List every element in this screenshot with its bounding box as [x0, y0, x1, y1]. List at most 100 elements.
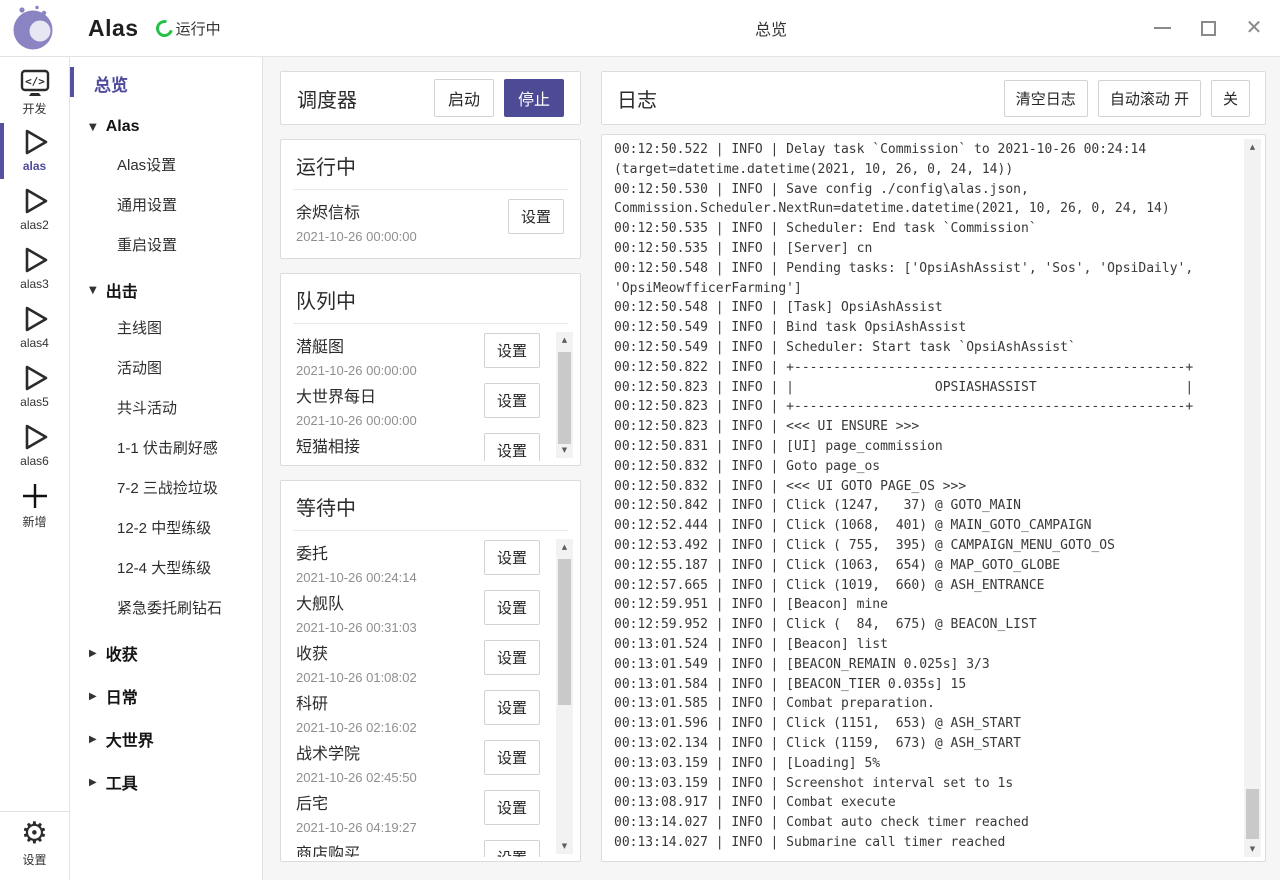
scroll-down-icon[interactable]: ▼	[1244, 841, 1261, 857]
play-icon	[19, 303, 51, 335]
task-row: 大世界每日2021-10-26 00:00:00设置	[296, 380, 540, 430]
maximize-button[interactable]	[1198, 18, 1218, 38]
minimize-icon	[1154, 27, 1171, 29]
task-settings-button[interactable]: 设置	[484, 790, 540, 825]
log-column: 日志 清空日志 自动滚动 开 关 00:12:50.522 | INFO | D…	[601, 71, 1266, 862]
autoscroll-on-button[interactable]: 自动滚动 开	[1098, 80, 1201, 117]
task-settings-button[interactable]: 设置	[484, 433, 540, 461]
rail-item-alas5[interactable]: alas5	[0, 362, 70, 414]
log-line: 00:12:50.842 | INFO | Click (1247, 37) @…	[614, 496, 1239, 516]
stop-button[interactable]: 停止	[504, 79, 564, 117]
sidebar-item-overview[interactable]: 总览	[70, 65, 262, 101]
log-line: 00:12:50.549 | INFO | Scheduler: Start t…	[614, 338, 1239, 358]
sidebar-item[interactable]: Alas设置	[70, 144, 262, 184]
sidebar-item[interactable]: 通用设置	[70, 184, 262, 224]
log-line: 00:12:50.549 | INFO | Bind task OpsiAshA…	[614, 318, 1239, 338]
task-settings-button[interactable]: 设置	[484, 333, 540, 368]
rail-item-alas2[interactable]: alas2	[0, 185, 70, 237]
task-section-队列中: 队列中潜艇图2021-10-26 00:00:00设置大世界每日2021-10-…	[280, 273, 581, 466]
log-line: 00:13:03.159 | INFO | [Loading] 5%	[614, 754, 1239, 774]
list-scrollbar[interactable]: ▲▼	[556, 332, 573, 458]
clear-log-button[interactable]: 清空日志	[1004, 80, 1088, 117]
app-logo-icon	[9, 3, 59, 53]
log-line: 00:13:03.159 | INFO | Screenshot interva…	[614, 774, 1239, 794]
scroll-down-icon[interactable]: ▼	[556, 838, 573, 854]
scheduler-column: 调度器 启动 停止 运行中余烬信标2021-10-26 00:00:00设置队列…	[280, 71, 581, 862]
rail-item-label: alas4	[20, 336, 49, 350]
rail-item-label: alas6	[20, 454, 49, 468]
rail-item-label: alas	[23, 159, 46, 173]
task-settings-button[interactable]: 设置	[508, 199, 564, 234]
log-line: 00:12:50.822 | INFO | +-----------------…	[614, 358, 1239, 378]
log-line: 00:12:50.823 | INFO | +-----------------…	[614, 397, 1239, 417]
start-button[interactable]: 启动	[434, 79, 494, 117]
sidebar-item[interactable]: 共斗活动	[70, 387, 262, 427]
rail-item-label: alas5	[20, 395, 49, 409]
rail-item-settings[interactable]: ⚙设置	[0, 818, 70, 874]
log-line: 00:12:57.665 | INFO | Click (1019, 660) …	[614, 576, 1239, 596]
log-line: 00:13:01.549 | INFO | [BEACON_REMAIN 0.0…	[614, 655, 1239, 675]
task-settings-button[interactable]: 设置	[484, 590, 540, 625]
task-row: 后宅2021-10-26 04:19:27设置	[296, 787, 540, 837]
task-settings-button[interactable]: 设置	[484, 840, 540, 857]
autoscroll-off-button[interactable]: 关	[1211, 80, 1250, 117]
sidebar-group-Alas[interactable]: ▼Alas	[70, 110, 262, 144]
close-button[interactable]: ✕	[1244, 18, 1264, 38]
log-output: 00:12:50.522 | INFO | Delay task `Commis…	[601, 134, 1266, 862]
rail-item-dev[interactable]: </>开发	[0, 67, 70, 119]
log-line: 00:13:14.027 | INFO | Submarine call tim…	[614, 833, 1239, 853]
log-line: 00:12:50.823 | INFO | | OPSIASHASSIST |	[614, 378, 1239, 398]
log-line: 00:13:01.585 | INFO | Combat preparation…	[614, 694, 1239, 714]
scroll-up-icon[interactable]: ▲	[556, 332, 573, 348]
sidebar-group-工具[interactable]: ▶工具	[70, 765, 262, 799]
maximize-icon	[1201, 21, 1216, 36]
sidebar-item[interactable]: 主线图	[70, 307, 262, 347]
task-row: 潜艇图2021-10-26 00:00:00设置	[296, 330, 540, 380]
sidebar-group-收获[interactable]: ▶收获	[70, 636, 262, 670]
sidebar-item[interactable]: 7-2 三战捡垃圾	[70, 467, 262, 507]
section-title: 运行中	[293, 140, 568, 190]
task-settings-button[interactable]: 设置	[484, 640, 540, 675]
running-spinner-icon	[152, 16, 175, 39]
task-settings-button[interactable]: 设置	[484, 540, 540, 575]
scrollbar-thumb[interactable]	[1246, 789, 1259, 839]
sidebar-group-日常[interactable]: ▶日常	[70, 679, 262, 713]
scroll-up-icon[interactable]: ▲	[1244, 139, 1261, 155]
rail-item-alas[interactable]: alas	[0, 126, 70, 178]
rail-item-alas3[interactable]: alas3	[0, 244, 70, 296]
sidebar-group-大世界[interactable]: ▶大世界	[70, 722, 262, 756]
close-icon: ✕	[1246, 18, 1263, 38]
rail-item-alas6[interactable]: alas6	[0, 421, 70, 473]
task-row: 战术学院2021-10-26 02:45:50设置	[296, 737, 540, 787]
task-settings-button[interactable]: 设置	[484, 740, 540, 775]
sidebar-item[interactable]: 12-4 大型练级	[70, 547, 262, 587]
minimize-button[interactable]	[1152, 18, 1172, 38]
scroll-down-icon[interactable]: ▼	[556, 442, 573, 458]
sidebar-item[interactable]: 12-2 中型练级	[70, 507, 262, 547]
sidebar-group-出击[interactable]: ▼出击	[70, 273, 262, 307]
rail-item-add[interactable]: 新增	[0, 480, 70, 532]
task-settings-button[interactable]: 设置	[484, 383, 540, 418]
sidebar-item[interactable]: 1-1 伏击刷好感	[70, 427, 262, 467]
rail-item-alas4[interactable]: alas4	[0, 303, 70, 355]
scroll-up-icon[interactable]: ▲	[556, 539, 573, 555]
scrollbar-thumb[interactable]	[558, 352, 571, 444]
rail-item-label: alas3	[20, 277, 49, 291]
play-icon	[19, 126, 51, 158]
scheduler-title: 调度器	[297, 84, 357, 113]
log-line: 00:13:01.596 | INFO | Click (1151, 653) …	[614, 714, 1239, 734]
log-line: 00:13:14.027 | INFO | Combat auto check …	[614, 813, 1239, 833]
sidebar-group-label: 收获	[106, 641, 138, 665]
sidebar-item[interactable]: 活动图	[70, 347, 262, 387]
scrollbar-thumb[interactable]	[558, 559, 571, 705]
list-scrollbar[interactable]: ▲▼	[556, 539, 573, 854]
sidebar-item[interactable]: 紧急委托刷钻石	[70, 587, 262, 627]
task-settings-button[interactable]: 设置	[484, 690, 540, 725]
log-scrollbar[interactable]: ▲▼	[1244, 139, 1261, 857]
code-monitor-icon: </>	[19, 67, 51, 99]
sidebar-item[interactable]: 重启设置	[70, 224, 262, 264]
rail-item-label: 设置	[22, 851, 46, 868]
log-line: 00:12:50.548 | INFO | Pending tasks: ['O…	[614, 259, 1239, 299]
log-line: 00:12:50.535 | INFO | [Server] cn	[614, 239, 1239, 259]
log-line: 00:13:01.524 | INFO | [Beacon] list	[614, 635, 1239, 655]
